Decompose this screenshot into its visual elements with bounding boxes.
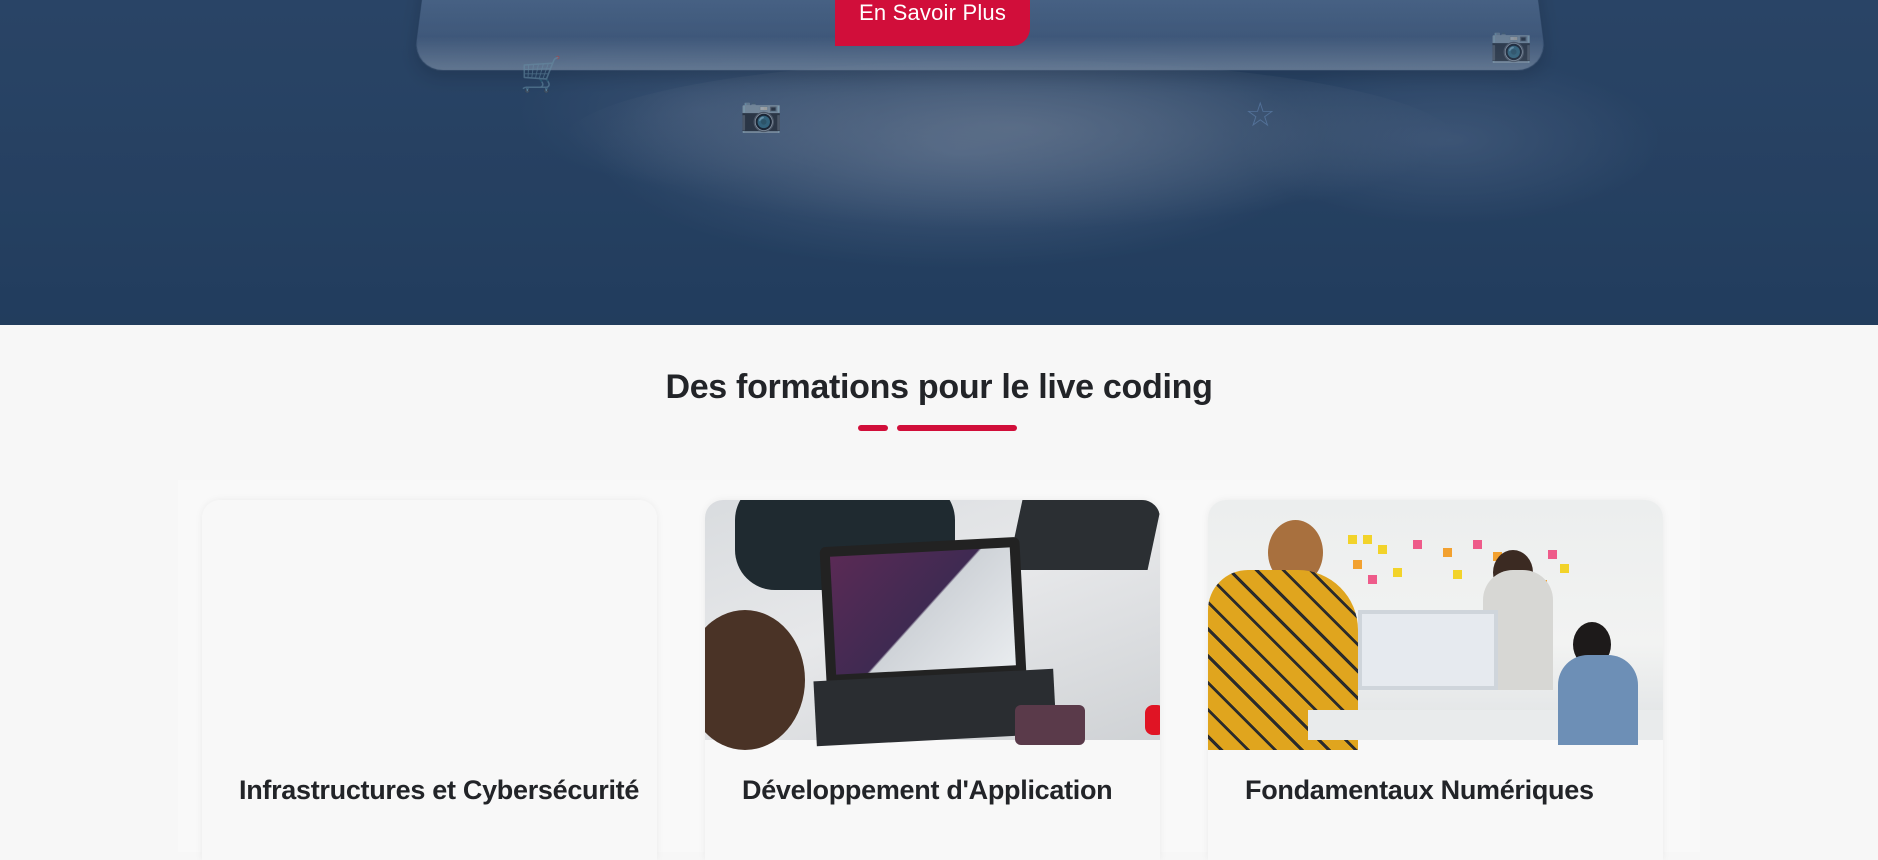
hero-overlay (0, 0, 1878, 325)
course-card-image (705, 500, 1160, 750)
course-card-title[interactable]: Fondamentaux Numériques (1245, 775, 1594, 806)
course-card-development[interactable]: Développement d'Application (705, 500, 1160, 860)
course-card-infrastructure[interactable]: Infrastructures et Cybersécurité (202, 500, 657, 860)
course-card-title[interactable]: Développement d'Application (742, 775, 1113, 806)
title-underline-long (897, 425, 1017, 431)
course-card-image (202, 500, 657, 740)
course-card-title[interactable]: Infrastructures et Cybersécurité (239, 775, 639, 806)
course-card-fundamentals[interactable]: Fondamentaux Numériques (1208, 500, 1663, 860)
course-card-image (1208, 500, 1663, 750)
title-underline-short (858, 425, 888, 431)
hero-banner: 🛒 📷 ☆ 📷 (0, 0, 1878, 325)
learn-more-button[interactable]: En Savoir Plus (835, 0, 1030, 46)
section-title: Des formations pour le live coding (665, 368, 1213, 406)
